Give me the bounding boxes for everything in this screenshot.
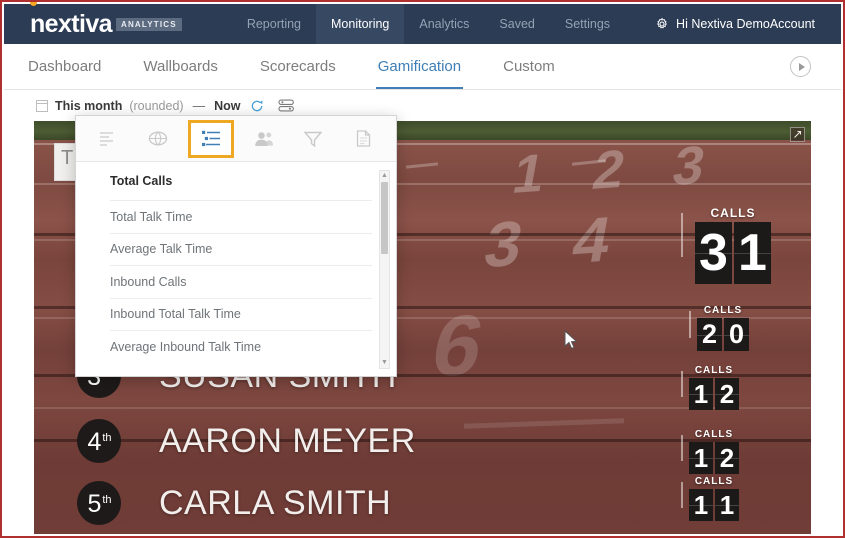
calls-digit: 2: [715, 378, 739, 410]
calls-label: CALLS: [710, 206, 756, 220]
play-button[interactable]: [790, 56, 811, 77]
logo-badge: ANALYTICS: [115, 17, 182, 31]
calls-label: CALLS: [703, 305, 743, 316]
nav-item-reporting[interactable]: Reporting: [232, 4, 316, 44]
calls-counter: CALLS 1 2: [689, 429, 739, 474]
metric-item-total-calls[interactable]: Total Calls: [110, 162, 372, 201]
counter-tick: [681, 371, 683, 397]
account-label: Hi Nextiva DemoAccount: [676, 17, 815, 31]
rank-suffix: th: [102, 432, 112, 444]
calls-digits: 1 2: [689, 378, 739, 410]
tab-scorecards[interactable]: Scorecards: [242, 44, 354, 89]
calls-counter: CALLS 3 1: [695, 206, 771, 284]
popup-toolbar: [76, 116, 396, 162]
document-icon-glyph: [356, 130, 370, 147]
counter-tick: [681, 482, 683, 508]
nav-item-settings[interactable]: Settings: [550, 4, 625, 44]
metric-list: Total Calls Total Talk Time Average Talk…: [76, 162, 396, 377]
scrollbar-thumb[interactable]: [381, 182, 388, 254]
calls-digits: 1 1: [689, 489, 739, 521]
globe-icon[interactable]: [138, 123, 178, 155]
metrics-sliders-icon[interactable]: [188, 119, 235, 158]
counter-tick: [681, 435, 683, 461]
nextiva-logo[interactable]: nextiva ANALYTICS: [30, 2, 182, 38]
users-icon-glyph: [254, 131, 273, 146]
calls-digit: 1: [689, 489, 713, 521]
calls-digit: 2: [715, 442, 739, 474]
scrollbar-down-arrow[interactable]: ▼: [381, 358, 388, 368]
rank-number: 5: [87, 490, 102, 518]
metric-selector-popup: Total Calls Total Talk Time Average Talk…: [75, 115, 397, 377]
top-navigation-bar: nextiva ANALYTICS Reporting Monitoring A…: [4, 2, 841, 50]
nav-item-analytics[interactable]: Analytics: [404, 4, 484, 44]
rank-number: 4: [87, 428, 102, 456]
agent-name: CARLA SMITH: [159, 483, 392, 522]
tab-dashboard[interactable]: Dashboard: [10, 44, 119, 89]
calls-digit: 3: [695, 222, 732, 284]
mouse-cursor: [564, 330, 578, 350]
funnel-filter-icon-glyph: [304, 131, 323, 147]
globe-icon-glyph: [149, 131, 168, 146]
expand-arrow-icon: [794, 130, 802, 138]
tab-custom[interactable]: Custom: [485, 44, 573, 89]
sliders-icon[interactable]: [278, 98, 295, 113]
list-icon[interactable]: [89, 123, 129, 155]
calls-label: CALLS: [694, 476, 734, 487]
calls-digit: 1: [689, 378, 713, 410]
calendar-icon: [36, 99, 48, 112]
calls-label: CALLS: [694, 365, 734, 376]
calls-counter: CALLS 2 0: [697, 305, 749, 351]
date-range-qualifier: (rounded): [129, 98, 184, 113]
metric-item-average-inbound-talk-time[interactable]: Average Inbound Talk Time: [110, 331, 372, 364]
counter-tick: [681, 213, 683, 257]
date-range-dash: —: [192, 98, 206, 113]
calls-label: CALLS: [694, 429, 734, 440]
date-range-end[interactable]: Now: [214, 99, 240, 113]
date-range-main[interactable]: This month: [55, 99, 122, 113]
tab-gamification[interactable]: Gamification: [360, 44, 479, 89]
section-tab-bar: Dashboard Wallboards Scorecards Gamifica…: [4, 44, 841, 90]
metrics-sliders-icon-glyph: [201, 130, 220, 147]
account-menu[interactable]: Hi Nextiva DemoAccount: [655, 17, 815, 31]
scrollbar-up-arrow[interactable]: ▲: [381, 171, 388, 181]
calls-digits: 3 1: [695, 222, 771, 284]
refresh-icon[interactable]: [250, 99, 264, 113]
nav-item-monitoring[interactable]: Monitoring: [316, 4, 405, 50]
top-nav-items: Reporting Monitoring Analytics Saved Set…: [232, 4, 625, 50]
rank-suffix: th: [102, 494, 112, 506]
funnel-filter-icon[interactable]: [293, 123, 333, 155]
rank-badge: 4th: [77, 419, 121, 463]
play-icon: [798, 62, 805, 71]
list-icon-glyph: [99, 132, 113, 146]
calls-digit: 1: [734, 222, 771, 284]
counter-tick: [689, 311, 691, 338]
calls-digits: 1 2: [689, 442, 739, 474]
calls-counter: CALLS 1 2: [689, 365, 739, 410]
metric-list-scrollbar[interactable]: ▲ ▼: [379, 170, 390, 369]
logo-text: nextiva: [30, 9, 113, 38]
document-icon[interactable]: [343, 123, 383, 155]
rank-badge: 5th: [77, 481, 121, 525]
users-icon[interactable]: [244, 123, 284, 155]
logo-dot-icon: [30, 2, 37, 6]
calls-digit: 1: [715, 489, 739, 521]
metric-item-inbound-total-talk-time[interactable]: Inbound Total Talk Time: [110, 299, 372, 331]
metric-item-average-talk-time[interactable]: Average Talk Time: [110, 234, 372, 266]
calls-digit: 1: [689, 442, 713, 474]
gear-icon: [657, 17, 668, 29]
metric-item-inbound-calls[interactable]: Inbound Calls: [110, 266, 372, 299]
tab-wallboards[interactable]: Wallboards: [125, 44, 235, 89]
metric-item-total-talk-time[interactable]: Total Talk Time: [110, 201, 372, 234]
app-window: nextiva ANALYTICS Reporting Monitoring A…: [0, 0, 845, 538]
calls-counter: CALLS 1 1: [689, 476, 739, 521]
agent-name: AARON MEYER: [159, 421, 416, 460]
nav-item-saved[interactable]: Saved: [484, 4, 549, 44]
expand-icon[interactable]: [790, 127, 805, 142]
